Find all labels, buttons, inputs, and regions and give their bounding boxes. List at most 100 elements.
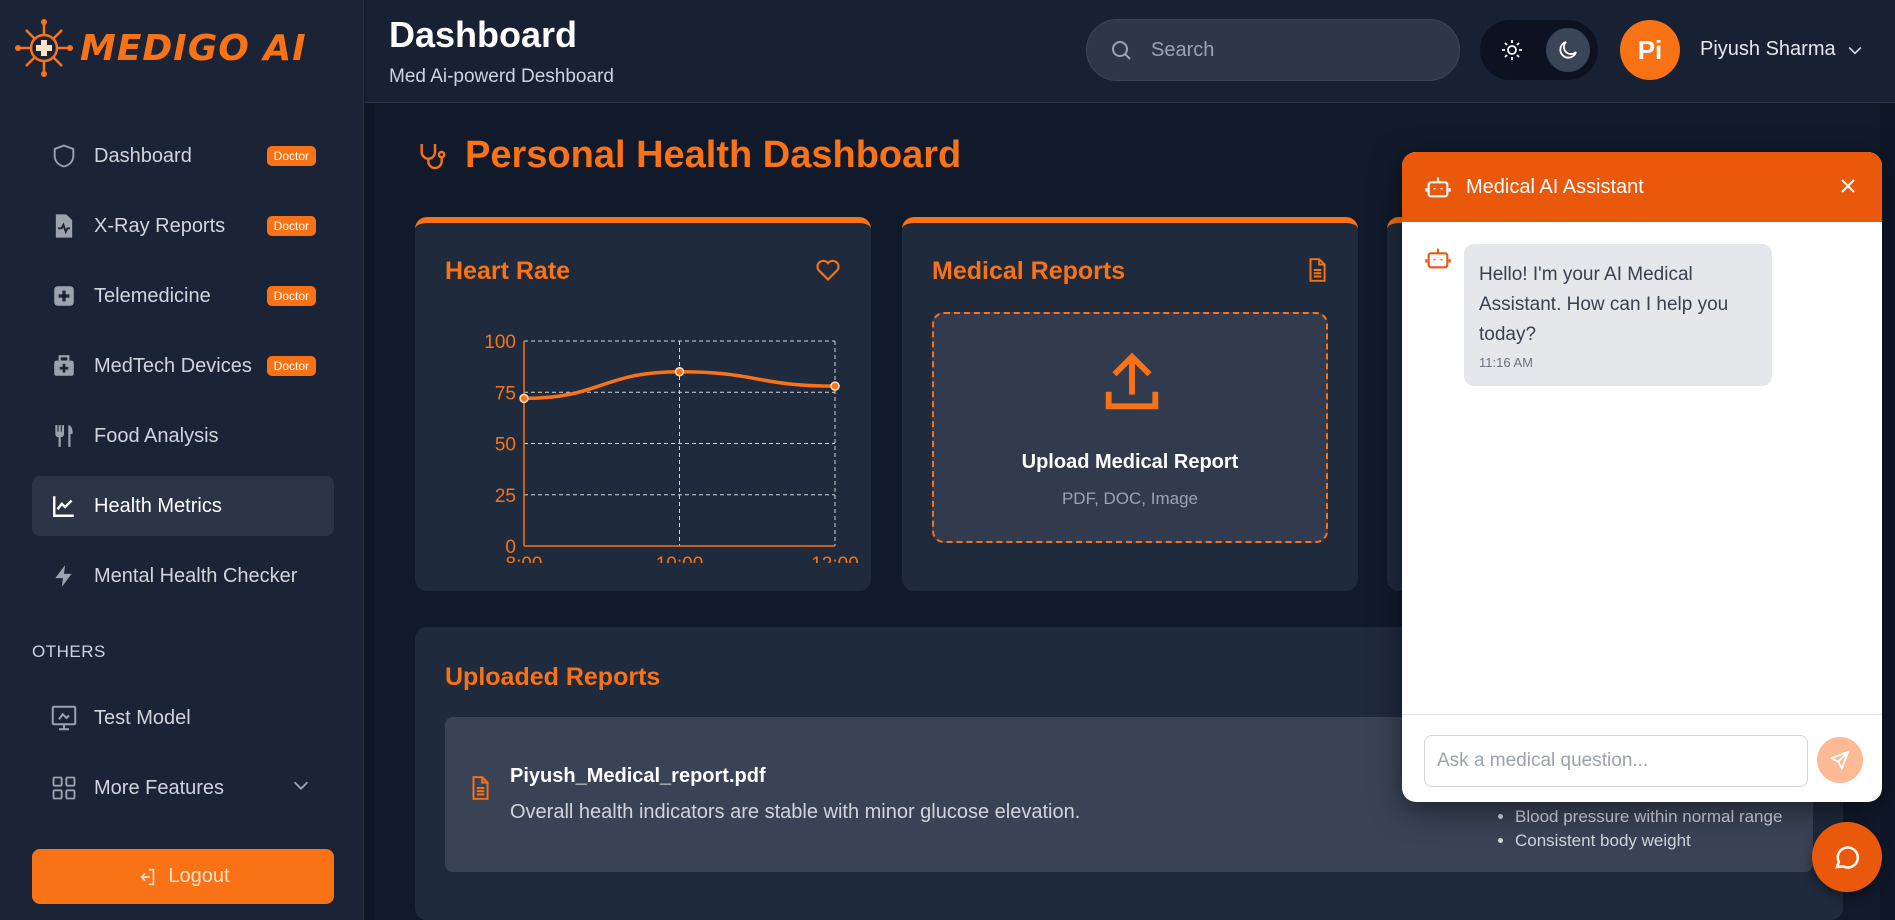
x-tick-label: 12:00 <box>811 554 859 563</box>
chat-header: Medical AI Assistant <box>1402 152 1882 222</box>
others-section-label: OTHERS <box>32 642 106 661</box>
document-icon <box>1304 255 1330 290</box>
chat-bubble-icon <box>1835 846 1860 869</box>
file-pulse-icon <box>48 210 80 242</box>
x-tick-label: 8:00 <box>506 554 543 563</box>
logout-button[interactable]: Logout <box>32 849 334 904</box>
sidebar-item-mental-health-checker[interactable]: Mental Health Checker <box>32 546 334 606</box>
highlight-item: Blood pressure within normal range <box>1515 807 1782 827</box>
theme-toggle[interactable] <box>1480 20 1598 80</box>
report-highlights: Blood pressure within normal range Consi… <box>1515 807 1782 855</box>
report-file-name: Piyush_Medical_report.pdf <box>510 765 766 787</box>
close-icon[interactable] <box>1836 174 1860 204</box>
sidebar-item-medtech-devices[interactable]: MedTech Devices Doctor <box>32 336 334 396</box>
ai-chat-panel: Medical AI Assistant Hello! I'm your AI … <box>1402 152 1882 802</box>
sidebar-item-label: Health Metrics <box>94 494 222 517</box>
medical-brain-icon <box>15 19 73 77</box>
sidebar-item-label: Dashboard <box>94 144 192 167</box>
sidebar-item-xray-reports[interactable]: X-Ray Reports Doctor <box>32 196 334 256</box>
section-title: Uploaded Reports <box>445 663 661 691</box>
user-name[interactable]: Piyush Sharma <box>1700 38 1836 61</box>
sidebar-nav: Dashboard Doctor X-Ray Reports Doctor Te… <box>32 126 334 616</box>
sidebar-item-food-analysis[interactable]: Food Analysis <box>32 406 334 466</box>
card-title: Heart Rate <box>445 257 571 285</box>
sidebar-item-label: Food Analysis <box>94 424 219 447</box>
sidebar-item-label: MedTech Devices <box>94 354 252 377</box>
brand-name: MEDIGO AI <box>80 27 307 69</box>
chevron-down-icon[interactable] <box>1845 40 1865 65</box>
chat-title: Medical AI Assistant <box>1466 175 1644 198</box>
upload-title: Upload Medical Report <box>1021 451 1239 473</box>
brand-logo[interactable]: MEDIGO AI <box>14 18 307 78</box>
medical-cross-icon <box>48 280 80 312</box>
logout-label: Logout <box>168 865 230 887</box>
sidebar: MEDIGO AI Dashboard Doctor X-Ray Reports… <box>0 0 364 920</box>
avatar[interactable]: Pi <box>1620 20 1680 80</box>
card-title: Medical Reports <box>932 257 1126 285</box>
report-summary: Overall health indicators are stable wit… <box>510 801 1081 823</box>
trending-chart-icon <box>48 490 80 522</box>
upload-formats: PDF, DOC, Image <box>1061 489 1199 508</box>
chat-footer <box>1402 714 1882 802</box>
sidebar-item-dashboard[interactable]: Dashboard Doctor <box>32 126 334 186</box>
search-input[interactable]: Search <box>1151 39 1214 62</box>
y-tick-label: 50 <box>495 435 516 456</box>
search-icon <box>1112 41 1131 60</box>
y-tick-label: 75 <box>495 383 516 404</box>
upload-dropzone[interactable]: Upload Medical Report PDF, DOC, Image <box>932 312 1328 543</box>
sidebar-item-health-metrics[interactable]: Health Metrics <box>32 476 334 536</box>
heart-icon[interactable] <box>813 255 843 288</box>
utensils-icon <box>48 420 80 452</box>
medical-kit-icon <box>48 350 80 382</box>
highlight-item: Consistent body weight <box>1515 831 1782 851</box>
y-tick-label: 25 <box>495 486 516 507</box>
robot-icon <box>1425 248 1451 269</box>
chevron-down-icon <box>290 774 312 802</box>
medical-reports-card: Medical Reports Upload Medical Report PD… <box>902 217 1358 591</box>
data-point <box>519 393 529 404</box>
sidebar-item-test-model[interactable]: Test Model <box>32 688 334 748</box>
robot-icon <box>1425 177 1451 198</box>
message-text: Hello! I'm your AI Medical Assistant. Ho… <box>1479 264 1729 345</box>
role-badge: Doctor <box>266 356 316 376</box>
lightning-icon <box>48 560 80 592</box>
message-time: 11:16 AM <box>1479 355 1533 370</box>
document-icon <box>467 773 493 808</box>
data-point <box>830 381 840 391</box>
chat-message: Hello! I'm your AI Medical Assistant. Ho… <box>1424 244 1772 386</box>
heart-rate-chart: 02550751008:0010:0012:00 <box>484 332 859 563</box>
page-title: Personal Health Dashboard <box>465 134 962 176</box>
logout-icon <box>140 868 155 885</box>
grid-icon <box>48 772 80 804</box>
y-tick-label: 100 <box>484 332 516 353</box>
chat-input[interactable] <box>1424 735 1808 787</box>
send-button[interactable] <box>1817 737 1863 783</box>
sidebar-item-label: Mental Health Checker <box>94 564 298 587</box>
send-icon <box>1829 750 1850 771</box>
moon-icon[interactable] <box>1546 28 1590 72</box>
x-tick-label: 10:00 <box>656 554 704 563</box>
top-header: Dashboard Med Ai-powerd Deshboard Search… <box>365 0 1895 103</box>
data-point <box>674 367 685 377</box>
role-badge: Doctor <box>266 216 316 236</box>
search-box[interactable]: Search <box>1086 19 1460 81</box>
sun-icon[interactable] <box>1494 32 1530 68</box>
others-nav: Test Model More Features <box>32 688 334 828</box>
sidebar-item-label: Telemedicine <box>94 284 211 307</box>
sidebar-item-telemedicine[interactable]: Telemedicine Doctor <box>32 266 334 326</box>
sidebar-item-label: X-Ray Reports <box>94 214 226 237</box>
monitor-icon <box>48 702 80 734</box>
message-bubble: Hello! I'm your AI Medical Assistant. Ho… <box>1464 244 1772 386</box>
page-header-title: Dashboard <box>389 14 578 55</box>
stethoscope-icon <box>415 140 447 177</box>
upload-icon <box>1105 352 1159 410</box>
sidebar-item-more-features[interactable]: More Features <box>32 758 334 818</box>
page-header-subtitle: Med Ai-powerd Deshboard <box>389 66 614 87</box>
sidebar-item-label: More Features <box>94 776 225 799</box>
heart-rate-card: Heart Rate 02550751008:0010:0012:00 <box>415 217 871 591</box>
chat-toggle-button[interactable] <box>1812 822 1882 892</box>
shield-icon <box>48 140 80 172</box>
role-badge: Doctor <box>266 286 316 306</box>
role-badge: Doctor <box>266 146 316 166</box>
sidebar-item-label: Test Model <box>94 706 191 729</box>
